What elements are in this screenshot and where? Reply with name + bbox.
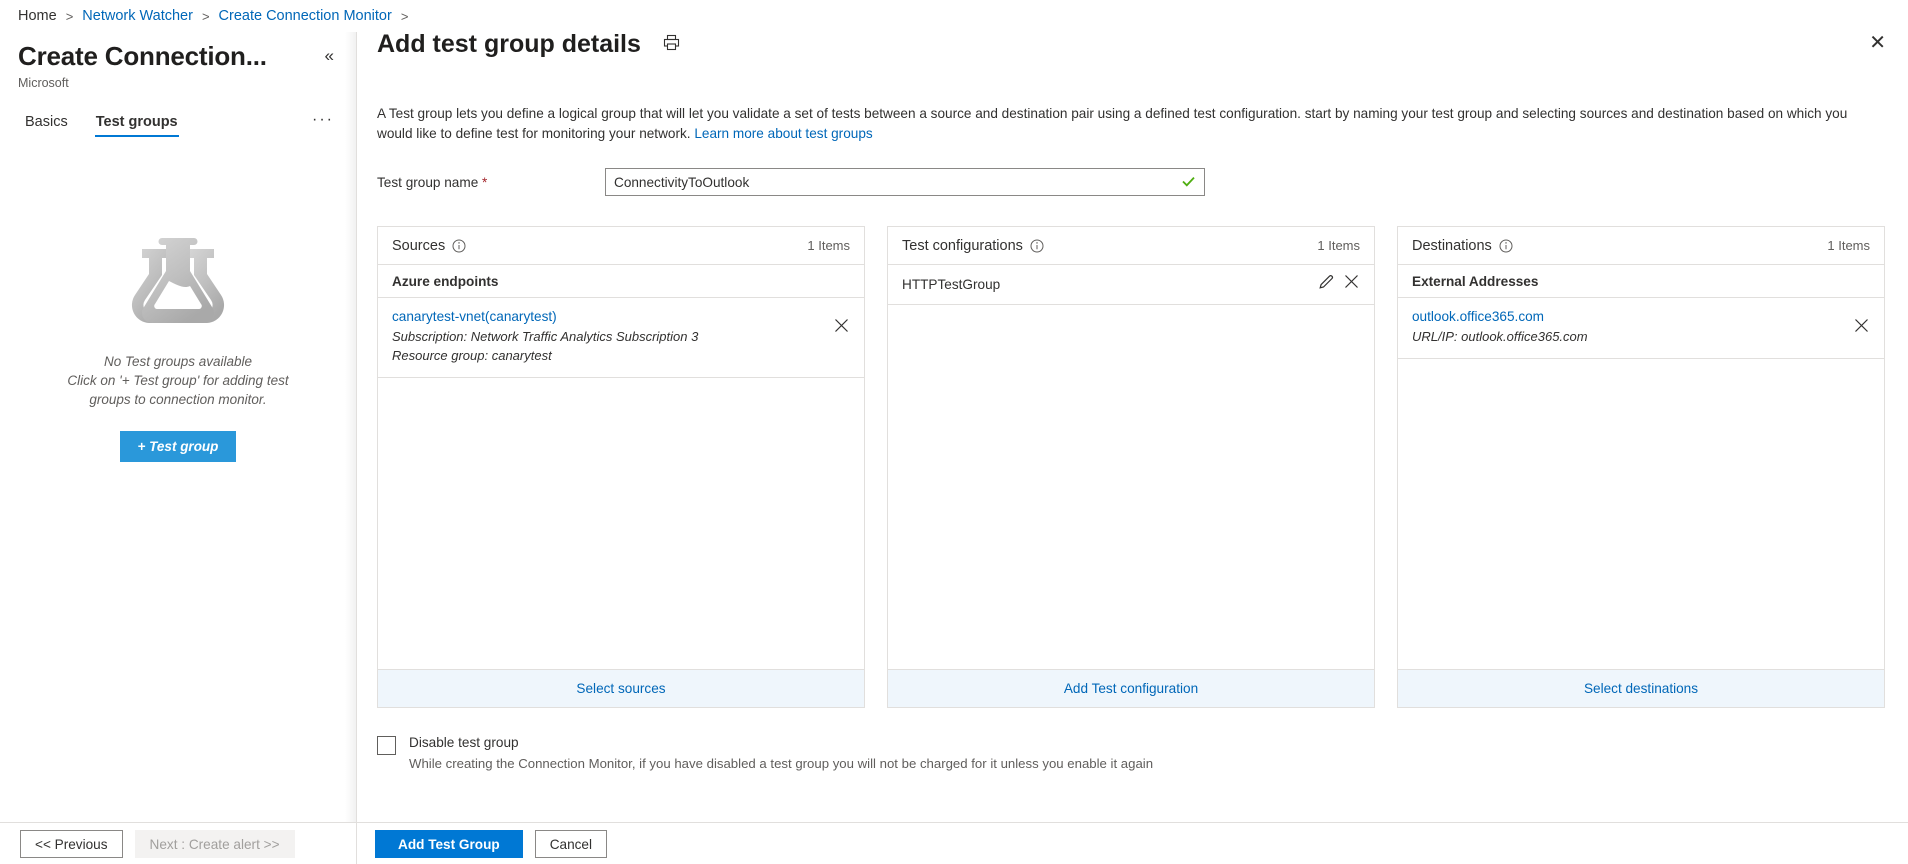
test-group-name-input[interactable] <box>605 168 1205 196</box>
publisher-label: Microsoft <box>18 76 69 90</box>
disable-test-group-texts: Disable test group While creating the Co… <box>409 735 1153 771</box>
print-icon[interactable] <box>663 34 680 56</box>
blade-title: Add test group details <box>377 30 641 59</box>
check-icon <box>1181 174 1196 189</box>
breadcrumb-item-home[interactable]: Home <box>18 8 57 24</box>
info-icon[interactable] <box>452 239 466 253</box>
select-sources-button[interactable]: Select sources <box>378 669 864 707</box>
destinations-subheader: External Addresses <box>1398 265 1884 298</box>
next-button: Next : Create alert >> <box>135 830 295 858</box>
destination-item-actions <box>1853 309 1870 339</box>
disable-test-group-block: Disable test group While creating the Co… <box>377 735 1153 771</box>
breadcrumb-separator: > <box>66 9 74 24</box>
list-item: canarytest-vnet(canarytest) Subscription… <box>378 298 864 378</box>
source-item-resource-group: Resource group: canarytest <box>392 346 833 365</box>
left-pane: Create Connection... « Microsoft Basics … <box>0 32 356 822</box>
page-title: Create Connection... <box>18 40 267 72</box>
add-test-group-button[interactable]: + Test group <box>120 431 237 462</box>
breadcrumb-separator: > <box>401 9 409 24</box>
sources-panel-body: canarytest-vnet(canarytest) Subscription… <box>378 298 864 669</box>
footer-divider <box>356 823 357 864</box>
sources-panel-title: Sources <box>392 238 445 254</box>
sources-panel-header: Sources 1 Items <box>378 227 864 265</box>
add-test-group-blade: Add test group details ✕ A Test group le… <box>357 0 1908 822</box>
disable-test-group-help: While creating the Connection Monitor, i… <box>409 756 1153 771</box>
source-item-subscription: Subscription: Network Traffic Analytics … <box>392 327 833 346</box>
test-configurations-panel: Test configurations 1 Items HTTPTestGrou… <box>887 226 1375 708</box>
cancel-button[interactable]: Cancel <box>535 830 607 858</box>
close-icon[interactable] <box>1343 273 1360 295</box>
list-item: HTTPTestGroup <box>888 265 1374 305</box>
destination-item-main: outlook.office365.com URL/IP: outlook.of… <box>1412 309 1853 346</box>
destination-item-link[interactable]: outlook.office365.com <box>1412 309 1853 324</box>
breadcrumb-item-network-watcher[interactable]: Network Watcher <box>82 8 193 24</box>
test-configuration-actions <box>1318 273 1360 295</box>
add-test-configuration-button[interactable]: Add Test configuration <box>888 669 1374 707</box>
sources-subheader: Azure endpoints <box>378 265 864 298</box>
destinations-panel-body: outlook.office365.com URL/IP: outlook.of… <box>1398 298 1884 669</box>
blade-description: A Test group lets you define a logical g… <box>377 104 1883 144</box>
source-item-link[interactable]: canarytest-vnet(canarytest) <box>392 309 833 324</box>
blade-description-text: A Test group lets you define a logical g… <box>377 106 1847 141</box>
left-pane-header: Create Connection... « <box>18 40 338 72</box>
sources-panel: Sources 1 Items Azure endpoints canaryte… <box>377 226 865 708</box>
blade-header: Add test group details <box>377 30 680 59</box>
sources-item-count: 1 Items <box>807 238 850 253</box>
test-configurations-panel-body: HTTPTestGroup <box>888 265 1374 669</box>
destinations-panel: Destinations 1 Items External Addresses … <box>1397 226 1885 708</box>
collapse-pane-icon[interactable]: « <box>321 44 338 68</box>
pane-shadow <box>345 0 356 822</box>
destinations-item-count: 1 Items <box>1827 238 1870 253</box>
close-icon[interactable] <box>833 317 850 339</box>
previous-button[interactable]: << Previous <box>20 830 123 858</box>
destinations-panel-header: Destinations 1 Items <box>1398 227 1884 265</box>
list-item: outlook.office365.com URL/IP: outlook.of… <box>1398 298 1884 359</box>
test-group-name-label-text: Test group name <box>377 175 478 190</box>
required-asterisk: * <box>482 175 487 190</box>
destinations-panel-title: Destinations <box>1412 238 1492 254</box>
breadcrumb: Home > Network Watcher > Create Connecti… <box>0 0 1908 32</box>
test-configurations-panel-title: Test configurations <box>902 238 1023 254</box>
tab-overflow-icon[interactable]: ··· <box>312 111 334 135</box>
add-test-group-submit-button[interactable]: Add Test Group <box>375 830 523 858</box>
empty-state: No Test groups available Click on '+ Tes… <box>0 222 356 462</box>
destination-item-url: URL/IP: outlook.office365.com <box>1412 327 1853 346</box>
info-icon[interactable] <box>1030 239 1044 253</box>
empty-state-line-2: Click on '+ Test group' for adding test <box>53 371 303 390</box>
breadcrumb-separator: > <box>202 9 210 24</box>
empty-state-text: No Test groups available Click on '+ Tes… <box>53 352 303 409</box>
info-icon[interactable] <box>1499 239 1513 253</box>
flask-icon <box>120 222 236 330</box>
edit-icon[interactable] <box>1318 273 1335 295</box>
disable-test-group-label[interactable]: Disable test group <box>409 735 1153 750</box>
test-configurations-item-count: 1 Items <box>1317 238 1360 253</box>
disable-test-group-checkbox[interactable] <box>377 736 396 755</box>
empty-state-line-1: No Test groups available <box>53 352 303 371</box>
empty-state-line-3: groups to connection monitor. <box>53 390 303 409</box>
close-icon[interactable] <box>1853 317 1870 339</box>
test-configuration-name: HTTPTestGroup <box>902 277 1000 292</box>
wizard-nav-buttons: << Previous Next : Create alert >> <box>20 830 295 858</box>
close-blade-icon[interactable]: ✕ <box>1869 34 1886 52</box>
tab-test-groups[interactable]: Test groups <box>95 108 179 137</box>
tab-list: Basics Test groups ··· <box>24 108 334 137</box>
learn-more-link[interactable]: Learn more about test groups <box>694 126 872 141</box>
test-group-name-input-wrap <box>605 168 1205 196</box>
source-item-actions <box>833 309 850 339</box>
source-item-main: canarytest-vnet(canarytest) Subscription… <box>392 309 833 365</box>
footer-bar: << Previous Next : Create alert >> Add T… <box>0 822 1908 864</box>
test-configurations-panel-header: Test configurations 1 Items <box>888 227 1374 265</box>
tab-basics[interactable]: Basics <box>24 108 69 137</box>
select-destinations-button[interactable]: Select destinations <box>1398 669 1884 707</box>
breadcrumb-item-create-connection-monitor[interactable]: Create Connection Monitor <box>219 8 392 24</box>
panel-group: Sources 1 Items Azure endpoints canaryte… <box>377 226 1885 708</box>
test-group-name-row: Test group name * <box>377 168 1205 196</box>
test-group-name-label: Test group name * <box>377 175 605 190</box>
blade-action-buttons: Add Test Group Cancel <box>375 830 607 858</box>
